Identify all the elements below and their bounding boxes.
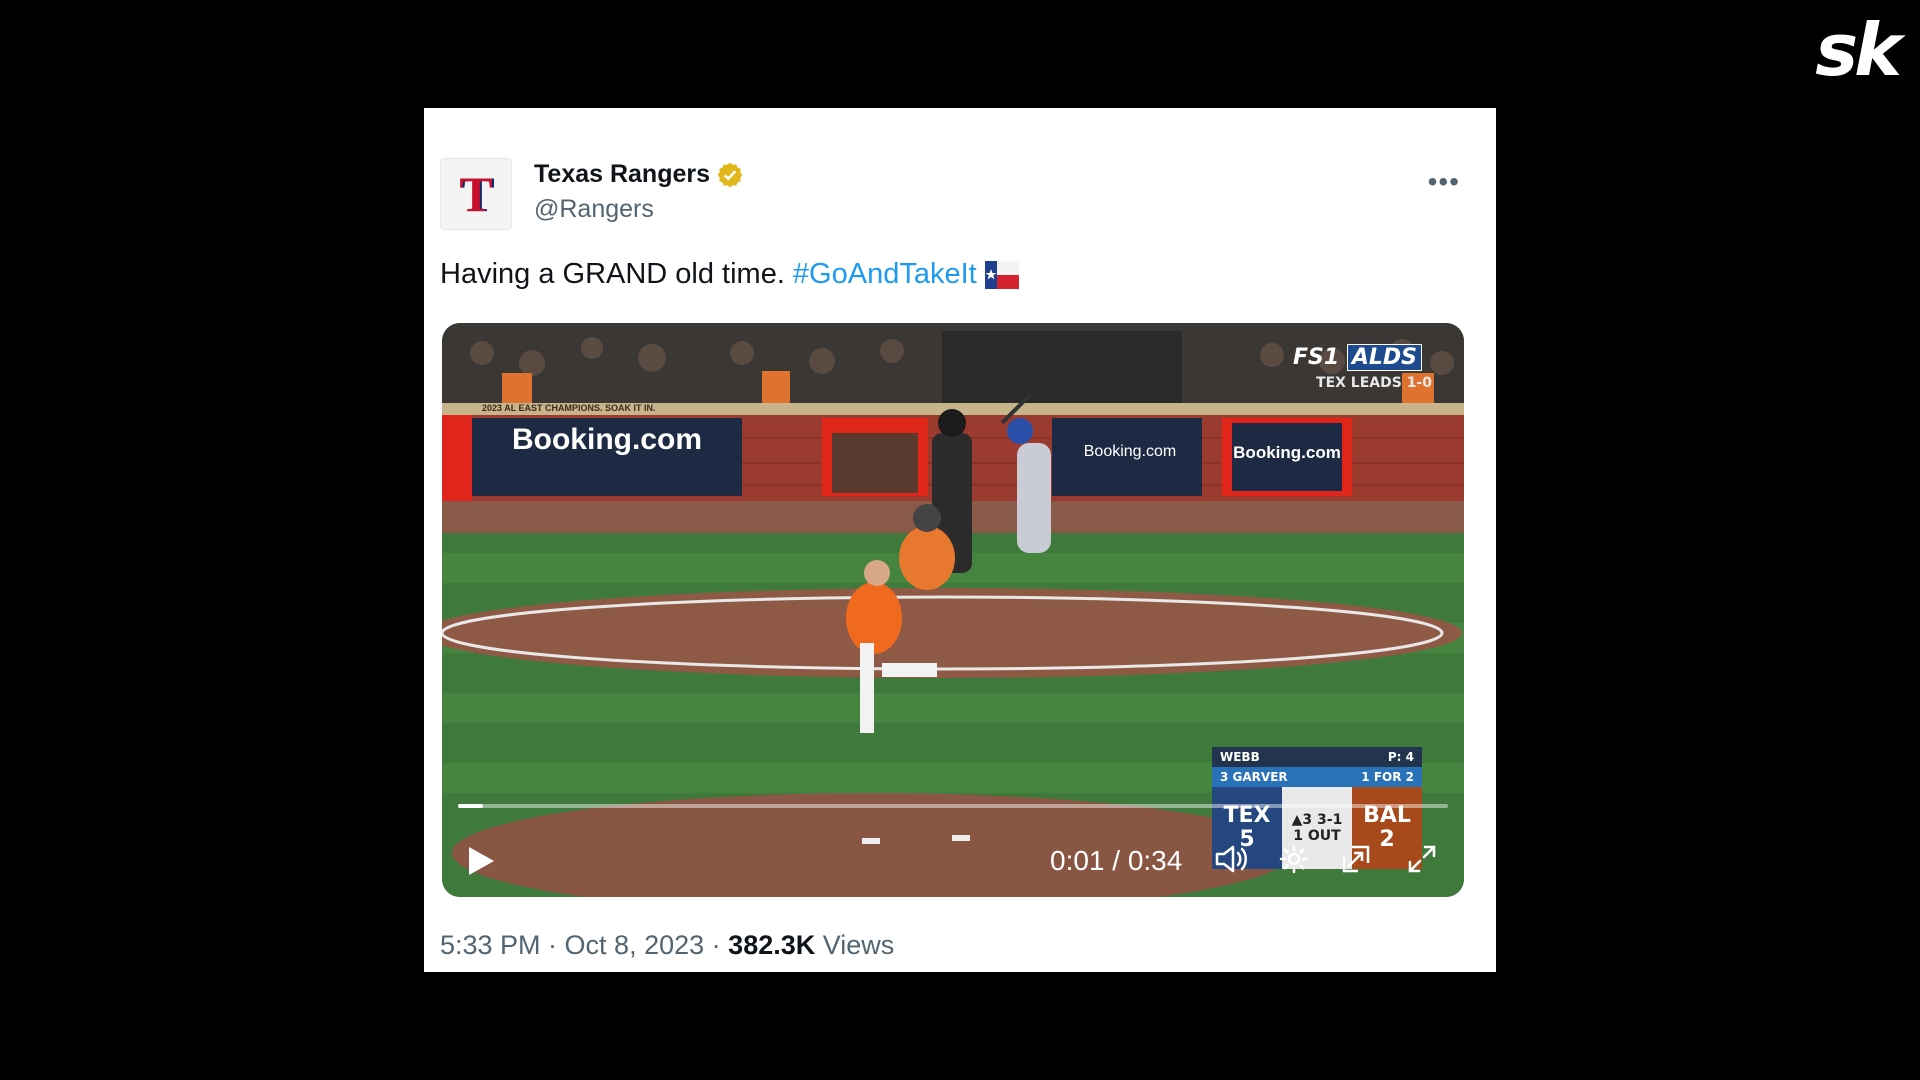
- volume-icon[interactable]: [1214, 843, 1250, 875]
- alds-label: ALDS: [1346, 344, 1422, 371]
- champions-banner: 2023 AL EAST CHAMPIONS. SOAK IT IN.: [482, 403, 656, 413]
- booking-ad-1: Booking.com: [511, 423, 702, 456]
- booking-ad-2: Booking.com: [1083, 443, 1177, 460]
- tweet-timestamp[interactable]: 5:33 PM · Oct 8, 2023: [440, 930, 704, 960]
- footer-separator: ·: [711, 930, 721, 960]
- sportskeeda-logo: sk: [1815, 8, 1902, 92]
- video-controls: 0:01 / 0:34: [442, 817, 1464, 897]
- tweet-card: T Texas Rangers @Rangers ••• Having a GR…: [424, 108, 1496, 972]
- fullscreen-icon[interactable]: [1406, 843, 1438, 875]
- scorebug-batter: 3 GARVER: [1220, 770, 1288, 784]
- tweet-text: Having a GRAND old time. #GoAndTakeIt: [440, 258, 1019, 291]
- booking-ad-3: Booking.com: [1233, 443, 1341, 462]
- play-icon[interactable]: [466, 845, 496, 877]
- texas-flag-icon: [984, 260, 1019, 289]
- scorebug-pitcher: WEBB: [1220, 750, 1260, 764]
- series-status: TEX LEADS 1-0: [1316, 375, 1432, 391]
- author-handle[interactable]: @Rangers: [534, 195, 744, 224]
- video-progress-fill: [458, 804, 483, 808]
- tweet-header: T Texas Rangers @Rangers •••: [440, 158, 1480, 230]
- views-count: 382.3K: [728, 930, 816, 960]
- tweet-footer: 5:33 PM · Oct 8, 2023 · 382.3K Views: [440, 930, 894, 961]
- hashtag-link[interactable]: #GoAndTakeIt: [793, 258, 977, 291]
- network-badge: FS1 ALDS: [1292, 344, 1422, 371]
- scorebug-pitch-count: P: 4: [1387, 750, 1414, 764]
- verified-badge-icon: [717, 162, 743, 187]
- tweet-body: Having a GRAND old time.: [440, 258, 785, 290]
- views-label: Views: [822, 930, 895, 960]
- avatar[interactable]: T: [440, 158, 512, 230]
- picture-in-picture-icon[interactable]: [1340, 843, 1372, 875]
- scorebug-batter-stat: 1 FOR 2: [1361, 770, 1414, 784]
- author-info: Texas Rangers @Rangers: [534, 160, 744, 224]
- more-options-icon[interactable]: •••: [1428, 166, 1460, 198]
- settings-gear-icon[interactable]: [1278, 843, 1310, 875]
- video-time: 0:01 / 0:34: [1050, 845, 1183, 876]
- author-display-name[interactable]: Texas Rangers: [534, 160, 710, 189]
- fs1-label: FS1: [1292, 345, 1340, 370]
- video-player[interactable]: FS1 ALDS TEX LEADS 1-0 Booking.com Booki…: [442, 323, 1464, 897]
- rangers-logo-icon: T: [459, 166, 493, 222]
- video-progress-bar[interactable]: [458, 804, 1448, 808]
